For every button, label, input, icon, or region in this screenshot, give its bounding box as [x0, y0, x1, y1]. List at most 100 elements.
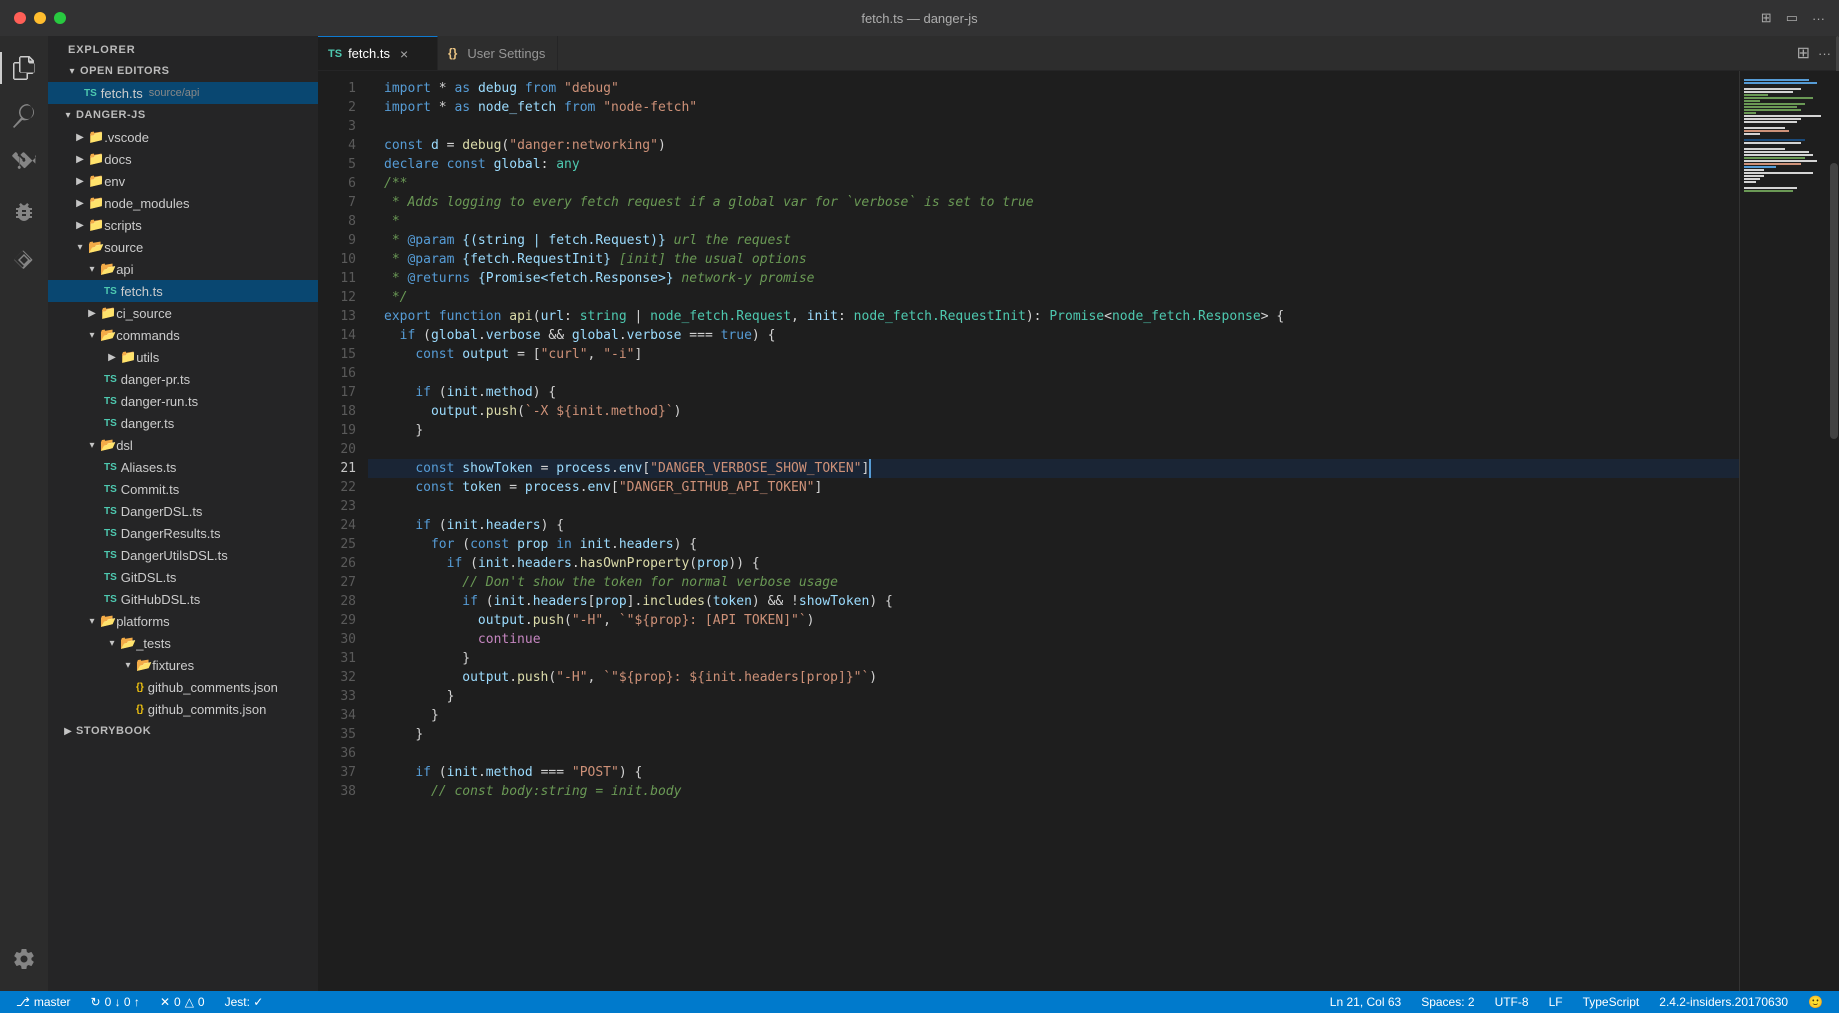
sidebar-item-platforms[interactable]: ▾ 📂 platforms: [48, 610, 318, 632]
code-content[interactable]: import * as debug from "debug" import * …: [368, 71, 1739, 991]
sidebar-item-node-modules[interactable]: ▶ 📁 node_modules: [48, 192, 318, 214]
sidebar-item-api[interactable]: ▾ 📂 api: [48, 258, 318, 280]
code-line-33: }: [368, 687, 1739, 706]
code-line-18: output.push(`-X ${init.method}`): [368, 402, 1739, 421]
scroll-thumb[interactable]: [1830, 163, 1838, 439]
tab-ts-label: TS: [328, 48, 342, 60]
encoding-status[interactable]: UTF-8: [1491, 991, 1533, 1013]
git-branch-status[interactable]: ⎇ master: [12, 991, 75, 1013]
cursor-position-status[interactable]: Ln 21, Col 63: [1326, 991, 1405, 1013]
sidebar-item-dsl[interactable]: ▾ 📂 dsl: [48, 434, 318, 456]
sidebar-section-danger-js[interactable]: ▾ Danger-JS: [48, 104, 318, 126]
error-status[interactable]: ✕ 0 △ 0: [156, 991, 209, 1013]
sidebar-item-gitdsl[interactable]: TS GitDSL.ts: [48, 566, 318, 588]
more-tab-actions-icon[interactable]: ···: [1818, 46, 1831, 61]
sidebar-item-github-comments[interactable]: {} github_comments.json: [48, 676, 318, 698]
maximize-button[interactable]: [54, 12, 66, 24]
code-line-7: * Adds logging to every fetch request if…: [368, 193, 1739, 212]
sidebar-header: Explorer: [48, 36, 318, 60]
split-editor-tab-icon[interactable]: ⊞: [1797, 43, 1810, 63]
tab-user-settings[interactable]: {} User Settings: [438, 36, 558, 70]
extensions-activity-icon[interactable]: [0, 236, 48, 284]
sidebar-item-utils[interactable]: ▶ 📁 utils: [48, 346, 318, 368]
sidebar-item-danger-ts[interactable]: TS danger.ts: [48, 412, 318, 434]
folder-label-source: source: [104, 240, 143, 255]
code-line-32: output.push("-H", `"${prop}: ${init.head…: [368, 668, 1739, 687]
folder-icon-commands: 📂: [100, 327, 116, 343]
folder-icon-docs: 📁: [88, 151, 104, 167]
code-line-36: [368, 744, 1739, 763]
sidebar-item-commands[interactable]: ▾ 📂 commands: [48, 324, 318, 346]
folder-icon-tests: 📂: [120, 635, 136, 651]
sidebar-item-dangerdsl[interactable]: TS DangerDSL.ts: [48, 500, 318, 522]
jest-label: Jest: ✓: [225, 995, 264, 1009]
sidebar-item-env[interactable]: ▶ 📁 env: [48, 170, 318, 192]
sidebar-item-dangerutilsdsl[interactable]: TS DangerUtilsDSL.ts: [48, 544, 318, 566]
git-sync-status[interactable]: ↻ 0 ↓ 0 ↑: [87, 991, 144, 1013]
sidebar-item-aliases[interactable]: TS Aliases.ts: [48, 456, 318, 478]
search-activity-icon[interactable]: [0, 92, 48, 140]
jest-status[interactable]: Jest: ✓: [221, 991, 268, 1013]
smiley-status[interactable]: 🙂: [1804, 991, 1827, 1013]
folder-label-dsl: dsl: [116, 438, 133, 453]
version-status[interactable]: 2.4.2-insiders.20170630: [1655, 991, 1792, 1013]
split-editor-icon[interactable]: ⊞: [1761, 10, 1772, 26]
open-editor-fetch-ts[interactable]: TS fetch.ts source/api: [48, 82, 318, 104]
git-sync-count: 0 ↓ 0 ↑: [105, 995, 140, 1009]
status-bar-left: ⎇ master ↻ 0 ↓ 0 ↑ ✕ 0 △ 0 Jest: ✓: [12, 991, 267, 1013]
file-label-githubdsl: GitHubDSL.ts: [121, 592, 200, 607]
folder-label-ci-source: ci_source: [116, 306, 172, 321]
indent-status[interactable]: Spaces: 2: [1417, 991, 1478, 1013]
activity-bar-bottom: [0, 935, 48, 991]
folder-label-docs: docs: [104, 152, 131, 167]
title-bar-actions: ⊞ ▭ ···: [1761, 10, 1825, 26]
sidebar-item-vscode[interactable]: ▶ 📁 .vscode: [48, 126, 318, 148]
sidebar-item-fetch-ts[interactable]: TS fetch.ts: [48, 280, 318, 302]
code-line-8: *: [368, 212, 1739, 231]
tab-fetch-ts[interactable]: TS fetch.ts ×: [318, 36, 438, 70]
status-bar-right: Ln 21, Col 63 Spaces: 2 UTF-8 LF TypeScr…: [1326, 991, 1827, 1013]
explorer-activity-icon[interactable]: [0, 44, 48, 92]
section-arrow-danger-js: ▾: [60, 110, 76, 121]
sidebar-section-storybook[interactable]: ▶ Storybook: [48, 720, 318, 742]
sidebar-item-githubdsl[interactable]: TS GitHubDSL.ts: [48, 588, 318, 610]
close-button[interactable]: [14, 12, 26, 24]
sidebar-item-danger-run[interactable]: TS danger-run.ts: [48, 390, 318, 412]
language-label: TypeScript: [1583, 995, 1640, 1009]
line-numbers: 12345 678910 1112131415 1617181920 21222…: [318, 71, 368, 991]
sidebar-item-danger-pr[interactable]: TS danger-pr.ts: [48, 368, 318, 390]
folder-label-fixtures: fixtures: [152, 658, 194, 673]
sidebar-item-source[interactable]: ▾ 📂 source: [48, 236, 318, 258]
sidebar-item-tests[interactable]: ▾ 📂 _tests: [48, 632, 318, 654]
tab-spacer: [558, 36, 1789, 70]
main-layout: Explorer ▾ Open Editors TS fetch.ts sour…: [0, 36, 1839, 991]
minimize-button[interactable]: [34, 12, 46, 24]
vertical-scrollbar[interactable]: [1829, 71, 1839, 991]
code-line-37: if (init.method === "POST") {: [368, 763, 1739, 782]
sidebar-item-fixtures[interactable]: ▾ 📂 fixtures: [48, 654, 318, 676]
sidebar-item-docs[interactable]: ▶ 📁 docs: [48, 148, 318, 170]
sidebar-section-open-editors[interactable]: ▾ Open Editors: [48, 60, 318, 82]
code-editor[interactable]: 12345 678910 1112131415 1617181920 21222…: [318, 71, 1839, 991]
git-activity-icon[interactable]: [0, 140, 48, 188]
code-line-4: const d = debug("danger:networking"): [368, 136, 1739, 155]
code-line-2: import * as node_fetch from "node-fetch": [368, 98, 1739, 117]
sidebar-item-ci-source[interactable]: ▶ 📁 ci_source: [48, 302, 318, 324]
code-line-9: * @param {(string | fetch.Request)} url …: [368, 231, 1739, 250]
file-label-github-commits: github_commits.json: [148, 702, 267, 717]
tab-settings-filename: User Settings: [467, 46, 545, 61]
eol-status[interactable]: LF: [1545, 991, 1567, 1013]
sidebar-item-dangerresults[interactable]: TS DangerResults.ts: [48, 522, 318, 544]
tab-close-button[interactable]: ×: [400, 46, 408, 62]
sidebar-item-commit[interactable]: TS Commit.ts: [48, 478, 318, 500]
warning-icon: △: [185, 995, 194, 1009]
warning-count: 0: [198, 995, 205, 1009]
debug-activity-icon[interactable]: [0, 188, 48, 236]
more-actions-icon[interactable]: ···: [1812, 11, 1825, 26]
toggle-panel-icon[interactable]: ▭: [1786, 10, 1798, 26]
sidebar-content[interactable]: ▾ Open Editors TS fetch.ts source/api ▾ …: [48, 60, 318, 991]
language-status[interactable]: TypeScript: [1579, 991, 1644, 1013]
settings-activity-icon[interactable]: [0, 935, 48, 983]
sidebar-item-github-commits[interactable]: {} github_commits.json: [48, 698, 318, 720]
sidebar-item-scripts[interactable]: ▶ 📁 scripts: [48, 214, 318, 236]
